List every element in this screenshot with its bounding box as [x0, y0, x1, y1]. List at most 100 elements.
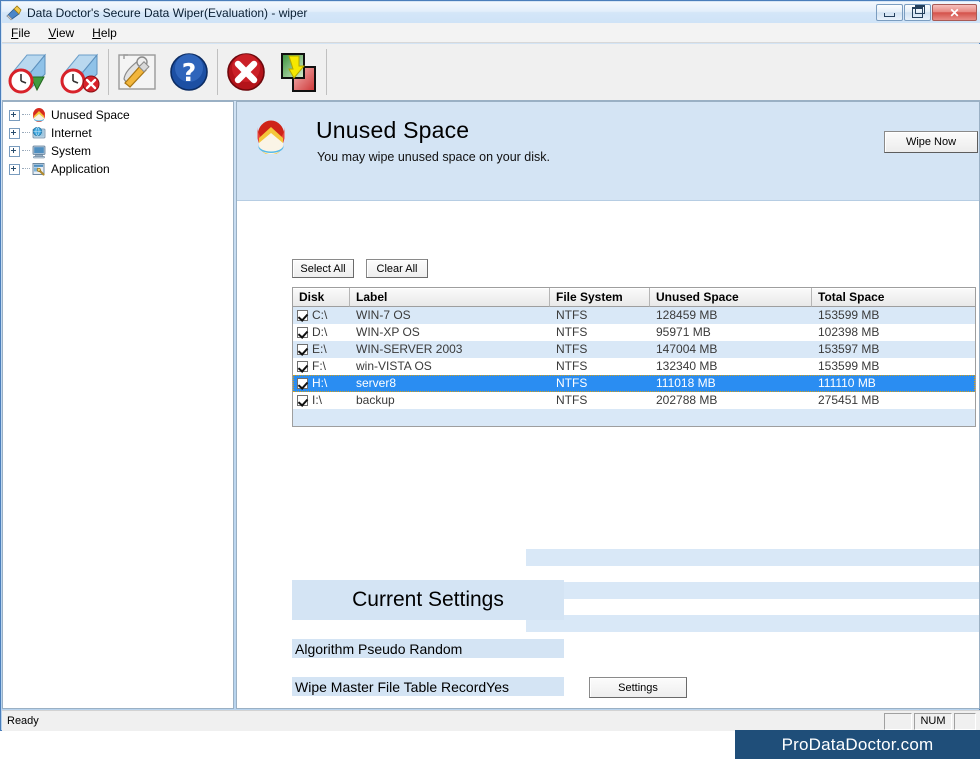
table-filler-stripe: [526, 582, 979, 599]
remove-schedule-icon: [60, 53, 100, 94]
table-cell-label: WIN-XP OS: [356, 325, 420, 339]
sidebar-item-application[interactable]: Application: [3, 160, 233, 178]
row-checkbox[interactable]: [297, 361, 308, 372]
tree-connector: [22, 114, 30, 116]
wipe-now-button[interactable]: Wipe Now: [884, 131, 978, 153]
menu-view[interactable]: View: [39, 24, 83, 42]
clear-all-button[interactable]: Clear All: [366, 259, 428, 278]
globe-monitor-icon: [31, 125, 47, 141]
status-pane-blank-2: [954, 712, 976, 730]
sidebar-item-internet[interactable]: Internet: [3, 124, 233, 142]
sidebar-item-system[interactable]: System: [3, 142, 233, 160]
row-checkbox[interactable]: [297, 310, 308, 321]
column-header-label[interactable]: Label: [350, 288, 550, 307]
minimize-icon: [877, 5, 902, 20]
toolbar-separator-3: [326, 49, 327, 95]
application-window: Data Doctor's Secure Data Wiper(Evaluati…: [0, 0, 980, 731]
table-cell-fs: NTFS: [556, 342, 588, 356]
menu-view-accel: V: [48, 25, 57, 40]
tree-connector: [22, 168, 30, 170]
row-checkbox[interactable]: [297, 378, 308, 389]
table-cell-label: server8: [356, 376, 397, 390]
row-checkbox[interactable]: [297, 395, 308, 406]
table-cell-total: 153597 MB: [818, 342, 880, 356]
table-cell-text: E:\: [312, 342, 327, 356]
table-cell-total: 153599 MB: [818, 308, 880, 322]
menu-bar: File View Help: [2, 23, 980, 43]
minimize-button[interactable]: [876, 4, 903, 21]
row-checkbox[interactable]: [297, 344, 308, 355]
wipe-schedule-icon: [8, 53, 47, 94]
tree-connector: [22, 150, 30, 152]
sidebar-tree[interactable]: Unused Space Internet System Application: [2, 101, 234, 709]
wipe-now-icon: [281, 53, 316, 92]
table-body: C:\ WIN-7 OS NTFS 128459 MB 153599 MB D:\ WIN-…: [293, 307, 975, 426]
toolbar-settings-button[interactable]: [111, 46, 163, 98]
table-header-row: Disk Label File System Unused Space Tota…: [293, 288, 975, 307]
table-row[interactable]: E:\ WIN-SERVER 2003 NTFS 147004 MB 153597 MB: [293, 341, 975, 358]
table-cell-unused: 111018 MB: [656, 376, 716, 390]
expand-icon[interactable]: [9, 127, 20, 139]
sidebar-item-label: Unused Space: [51, 108, 130, 122]
menu-help-accel: H: [92, 25, 101, 40]
table-cell-disk: I:\: [293, 392, 350, 409]
table-cell-total: 111110 MB: [818, 376, 876, 390]
branding-text: ProDataDoctor.com: [781, 734, 934, 754]
column-header-total-space[interactable]: Total Space: [812, 288, 975, 307]
page-subtitle: You may wipe unused space on your disk.: [317, 150, 551, 164]
settings-tools-icon: [118, 54, 156, 90]
row-checkbox[interactable]: [297, 327, 308, 338]
table-cell-text: D:\: [312, 325, 328, 339]
table-cell-disk: F:\: [293, 358, 350, 375]
table-cell-total: 102398 MB: [818, 325, 880, 339]
toolbar-wipe-now-button[interactable]: [272, 46, 324, 98]
expand-icon[interactable]: [9, 163, 20, 175]
title-bar: Data Doctor's Secure Data Wiper(Evaluati…: [2, 2, 980, 23]
column-header-file-system[interactable]: File System: [550, 288, 650, 307]
toolbar-remove-schedule-button[interactable]: [54, 46, 106, 98]
restore-button[interactable]: [904, 4, 931, 21]
main-split-area: Unused Space Internet System Application…: [2, 101, 980, 709]
table-cell-fs: NTFS: [556, 376, 588, 390]
table-cell-text: I:\: [312, 393, 323, 407]
table-row[interactable]: I:\ backup NTFS 202788 MB 275451 MB: [293, 392, 975, 409]
column-header-unused-space[interactable]: Unused Space: [650, 288, 812, 307]
disk-table[interactable]: Disk Label File System Unused Space Tota…: [292, 287, 976, 427]
sidebar-item-unused-space[interactable]: Unused Space: [3, 106, 233, 124]
expand-icon[interactable]: [9, 145, 20, 157]
table-row[interactable]: D:\ WIN-XP OS NTFS 95971 MB 102398 MB: [293, 324, 975, 341]
status-pane-blank-1: [884, 712, 912, 730]
table-cell-label: backup: [356, 393, 395, 407]
restore-icon: [905, 5, 930, 20]
table-cell-unused: 132340 MB: [656, 359, 718, 373]
toolbar-separator-1: [108, 49, 109, 95]
current-settings-mft: Wipe Master File Table RecordYes: [292, 677, 564, 696]
table-cell-fs: NTFS: [556, 325, 588, 339]
select-all-button[interactable]: Select All: [292, 259, 354, 278]
toolbar-stop-button[interactable]: [220, 46, 272, 98]
toolbar-wipe-schedule-button[interactable]: [2, 46, 54, 98]
table-cell-disk: E:\: [293, 341, 350, 358]
menu-file-label: ile: [18, 25, 31, 40]
column-header-disk[interactable]: Disk: [293, 288, 350, 307]
close-button[interactable]: ✕: [932, 4, 977, 21]
settings-button[interactable]: Settings: [589, 677, 687, 698]
branding-banner: ProDataDoctor.com: [735, 730, 980, 759]
table-cell-label: WIN-SERVER 2003: [356, 342, 463, 356]
table-cell-label: WIN-7 OS: [356, 308, 411, 322]
menu-help[interactable]: Help: [83, 24, 126, 42]
table-row[interactable]: F:\ win-VISTA OS NTFS 132340 MB 153599 MB: [293, 358, 975, 375]
table-empty-row: [293, 409, 975, 426]
table-cell-disk: D:\: [293, 324, 350, 341]
table-cell-text: F:\: [312, 359, 326, 373]
table-cell-text: H:\: [312, 376, 328, 390]
table-cell-text: C:\: [312, 308, 328, 322]
toolbar-help-button[interactable]: ?: [163, 46, 215, 98]
status-pane-num: NUM: [914, 712, 952, 730]
table-cell-unused: 147004 MB: [656, 342, 718, 356]
table-row[interactable]: C:\ WIN-7 OS NTFS 128459 MB 153599 MB: [293, 307, 975, 324]
table-row[interactable]: H:\ server8 NTFS 111018 MB 111110 MB: [293, 375, 975, 392]
menu-file[interactable]: File: [2, 24, 39, 42]
expand-icon[interactable]: [9, 109, 20, 121]
content-pane: Unused Space You may wipe unused space o…: [236, 101, 980, 709]
